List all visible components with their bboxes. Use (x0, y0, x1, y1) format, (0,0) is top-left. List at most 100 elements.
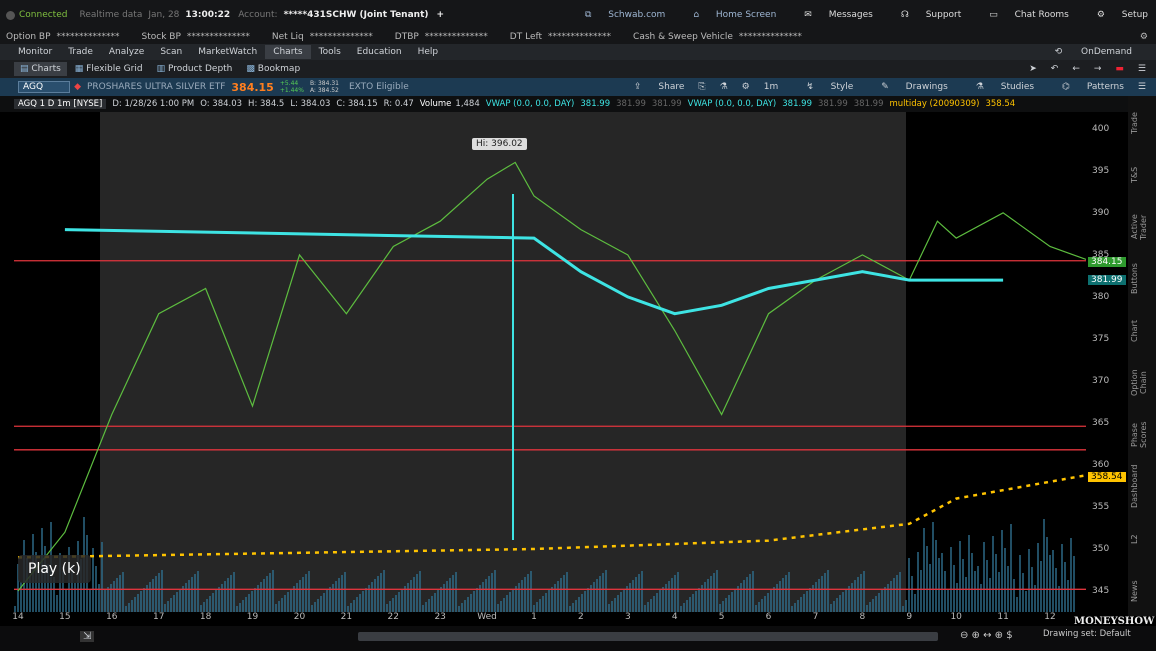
volume-bar (383, 570, 385, 612)
volume-bar (440, 587, 442, 612)
settings-gear-icon[interactable]: ⚙ (1140, 32, 1148, 42)
snapshot-icon[interactable]: ⎘ (698, 82, 705, 92)
volume-bar (716, 570, 718, 612)
volume-bar (65, 589, 67, 612)
menu-monitor[interactable]: Monitor (10, 47, 60, 57)
side-tab-t-s[interactable]: T&S (1130, 154, 1154, 196)
support-button[interactable]: ☊ Support (887, 10, 961, 20)
volume-bar (965, 577, 967, 612)
volume-bar (740, 583, 742, 612)
volume-bar (974, 571, 976, 612)
side-tab-dashboard[interactable]: Dashboard (1130, 465, 1154, 508)
x-tick-label: 20 (293, 612, 306, 622)
volume-bar (806, 591, 808, 612)
menu-trade[interactable]: Trade (60, 47, 101, 57)
volume-bar (635, 577, 637, 612)
chart-settings-icon[interactable]: ⚙ (742, 82, 750, 92)
volume-bar (521, 580, 523, 612)
x-tick-label: 9 (906, 612, 913, 622)
menu-analyze[interactable]: Analyze (101, 47, 152, 57)
volume-bar (992, 536, 994, 612)
patterns-button[interactable]: ⌬ Patterns (1048, 82, 1124, 92)
flask-icon[interactable]: ⚗ (720, 82, 728, 92)
symbol-dropdown-icon[interactable]: ◆ (74, 82, 81, 92)
stock-bp-value: ************** (186, 32, 250, 42)
y-tick-label: 395 (1092, 165, 1110, 176)
side-tab-l2[interactable]: L2 (1130, 518, 1154, 560)
menu-education[interactable]: Education (349, 47, 410, 57)
menu-marketwatch[interactable]: MarketWatch (190, 47, 265, 57)
volume-bar (422, 605, 424, 612)
volume-bar (311, 605, 313, 612)
setup-button[interactable]: ⚙ Setup (1083, 10, 1148, 20)
volume-label: Volume (419, 99, 452, 109)
side-tab-phase-scores[interactable]: Phase Scores (1130, 414, 1154, 456)
drawings-button[interactable]: ✎ Drawings (867, 82, 948, 92)
volume-bar (926, 546, 928, 612)
volume-bar (1043, 519, 1045, 612)
volume-bar (566, 572, 568, 612)
chart-menu-icon[interactable]: ☰ (1138, 82, 1146, 92)
volume-bar (272, 570, 274, 612)
side-tab-buttons[interactable]: Buttons (1130, 258, 1154, 300)
volume-bar (746, 577, 748, 612)
volume-bar (683, 603, 685, 612)
subtab-product-depth[interactable]: ▥ Product Depth (151, 62, 239, 76)
schwab-link[interactable]: ⧉ Schwab.com (571, 10, 665, 20)
volume-bar (920, 570, 922, 612)
volume-bar (539, 599, 541, 612)
style-button[interactable]: ↯ Style (792, 82, 853, 92)
volume-bar (473, 591, 475, 612)
volume-bar (1046, 537, 1048, 612)
volume-bar (356, 597, 358, 612)
subtab-flexible-grid[interactable]: ▦ Flexible Grid (69, 62, 149, 76)
price-chart[interactable] (14, 112, 1086, 612)
volume-bar (794, 603, 796, 612)
symbol-input[interactable]: AGQ (18, 81, 71, 93)
chat-rooms-button[interactable]: ▭ Chat Rooms (975, 10, 1069, 20)
studies-button[interactable]: ⚗ Studies (962, 82, 1034, 92)
ondemand-button[interactable]: ⟲ OnDemand (1039, 47, 1148, 57)
side-tab-news[interactable]: News (1130, 570, 1154, 612)
moneyshow-logo: MONEYSHOW (1074, 616, 1155, 627)
messages-button[interactable]: ✉ Messages (790, 10, 873, 20)
chart-subtabs: ▤ Charts ▦ Flexible Grid ▥ Product Depth… (0, 60, 1156, 78)
zoom-icons[interactable]: ⊖ ⊕ ↔ ⊕ $ (960, 630, 1013, 641)
drawing-set-label[interactable]: Drawing set: Default (1043, 629, 1131, 639)
menu-scan[interactable]: Scan (152, 47, 190, 57)
subtab-bookmap[interactable]: ▩ Bookmap (240, 62, 306, 76)
x-tick-label: 17 (152, 612, 165, 622)
style-icon: ↯ (806, 82, 817, 92)
volume-bar (362, 591, 364, 612)
time-axis[interactable]: 14 15 16 17 18 19 20 21 22 23 Wed 1 2 3 4 5 6 7 8 9 10 11 12 (12, 612, 1086, 626)
account-selector[interactable]: *****431SCHW (Joint Tenant) (284, 10, 429, 20)
share-button[interactable]: ⇪ Share (620, 82, 684, 92)
menu-charts[interactable]: Charts (265, 45, 311, 59)
volume-bar (935, 540, 937, 612)
menu-tools[interactable]: Tools (311, 47, 349, 57)
volume-bar (767, 593, 769, 612)
volume-bar (989, 578, 991, 612)
forward-arrow-icon[interactable]: → (1094, 64, 1102, 74)
side-tab-option-chain[interactable]: Option Chain (1130, 362, 1154, 404)
volume-bar (668, 581, 670, 612)
volume-bar (980, 584, 982, 612)
price-axis[interactable]: 400 395 390 385 380 375 370 365 360 355 350 345 384.… (1086, 112, 1126, 612)
interval-selector[interactable]: 1m (764, 82, 779, 92)
play-button[interactable]: Play (k) (18, 555, 91, 583)
volume-bar (176, 592, 178, 612)
add-account-button[interactable]: + (437, 10, 445, 20)
side-tab-trade[interactable]: Trade (1130, 102, 1154, 144)
flag-icon[interactable]: ▬ (1115, 64, 1124, 74)
volume-bar (611, 601, 613, 612)
back-arrow-icon[interactable]: ← (1072, 64, 1080, 74)
subtab-charts[interactable]: ▤ Charts (14, 62, 67, 76)
undo-icon[interactable]: ↶ (1051, 64, 1059, 74)
menu-help[interactable]: Help (410, 47, 447, 57)
side-tab-active-trader[interactable]: Active Trader (1130, 206, 1154, 248)
menu-icon[interactable]: ☰ (1138, 64, 1146, 74)
side-tab-chart[interactable]: Chart (1130, 310, 1154, 352)
home-screen-button[interactable]: ⌂ Home Screen (679, 10, 776, 20)
expand-icon[interactable]: ⇲ (80, 631, 95, 642)
chart-scrollbar[interactable] (358, 632, 938, 641)
